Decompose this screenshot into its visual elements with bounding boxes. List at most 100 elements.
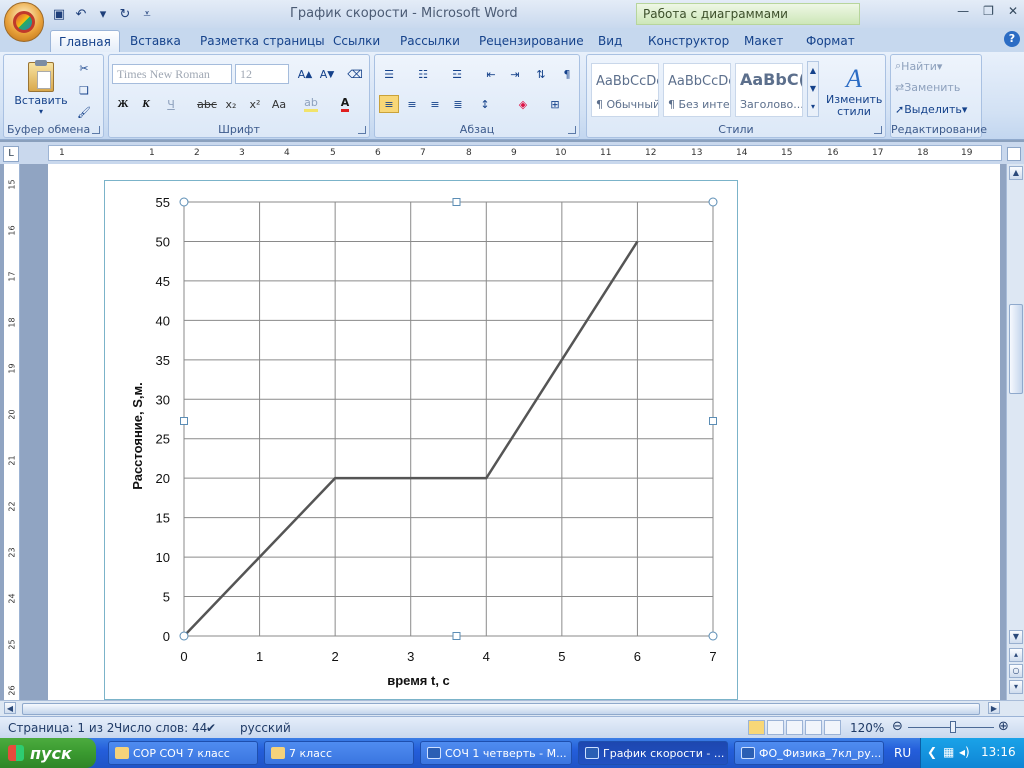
- increase-indent-icon[interactable]: ⇥: [505, 65, 525, 83]
- format-painter-icon[interactable]: 🖌: [74, 103, 94, 121]
- document-page[interactable]: 0 5 10 15 20 25 30 35 40 45 50 55 0 1 2 3 4 5 6 7 время t, с…: [48, 164, 1000, 700]
- scroll-down-icon[interactable]: ▼: [1009, 630, 1023, 644]
- horizontal-scroll-thumb[interactable]: [22, 703, 980, 715]
- superscript-icon[interactable]: x²: [245, 95, 265, 113]
- word-count[interactable]: Число слов: 44: [114, 721, 207, 735]
- page-count[interactable]: Страница: 1 из 2: [8, 721, 114, 735]
- draft-icon[interactable]: [824, 720, 841, 735]
- task-folder-sor[interactable]: СОР СОЧ 7 класс: [108, 741, 258, 765]
- task-word-soch[interactable]: СОЧ 1 четверть - М...: [420, 741, 572, 765]
- font-color-icon[interactable]: A: [335, 95, 355, 113]
- replace-button[interactable]: ⇄ Заменить: [895, 81, 960, 94]
- vertical-scroll-thumb[interactable]: [1009, 304, 1023, 394]
- subscript-icon[interactable]: x₂: [221, 95, 241, 113]
- copy-icon[interactable]: ❏: [74, 81, 94, 99]
- find-button[interactable]: ⌕ Найти ▾: [895, 59, 942, 73]
- line-spacing-icon[interactable]: ↕: [475, 95, 495, 113]
- distance-time-chart[interactable]: 05101520253035404550550 1 2 3 4 5 6 7время t, с…: [105, 181, 739, 701]
- bold-button[interactable]: Ж: [113, 95, 133, 113]
- zoom-out-icon[interactable]: ⊖: [892, 719, 903, 734]
- next-page-icon[interactable]: ▾: [1009, 680, 1023, 694]
- show-marks-icon[interactable]: ¶: [557, 65, 577, 83]
- save-icon[interactable]: ▣: [50, 5, 68, 23]
- align-left-icon[interactable]: ≡: [379, 95, 399, 113]
- close-icon[interactable]: ✕: [1008, 4, 1018, 18]
- cut-icon[interactable]: ✂: [74, 59, 94, 77]
- tab-design[interactable]: Конструктор: [640, 32, 737, 50]
- tab-page-layout[interactable]: Разметка страницы: [192, 32, 333, 50]
- tab-layout[interactable]: Макет: [736, 32, 791, 50]
- numbering-icon[interactable]: ☷: [413, 65, 433, 83]
- select-button[interactable]: ➚ Выделить ▾: [895, 103, 967, 116]
- multilevel-list-icon[interactable]: ☲: [447, 65, 467, 83]
- styles-launcher-icon[interactable]: [874, 126, 882, 134]
- scroll-left-icon[interactable]: ◀: [4, 702, 16, 714]
- bullets-icon[interactable]: ☰: [379, 65, 399, 83]
- styles-scroll[interactable]: ▲ ▼ ▾: [807, 61, 819, 117]
- clear-format-icon[interactable]: ⌫: [345, 65, 365, 83]
- view-ruler-icon[interactable]: [1007, 147, 1021, 161]
- shading-icon[interactable]: ◈: [513, 95, 533, 113]
- decrease-indent-icon[interactable]: ⇤: [481, 65, 501, 83]
- change-case-icon[interactable]: Aa: [269, 95, 289, 113]
- task-word-chart[interactable]: График скорости - ...: [578, 741, 728, 765]
- horizontal-scrollbar[interactable]: ◀ ▶: [0, 700, 1024, 716]
- tab-format[interactable]: Формат: [798, 32, 863, 50]
- proofing-icon[interactable]: ✔: [206, 721, 216, 735]
- print-layout-icon[interactable]: [748, 720, 765, 735]
- font-launcher-icon[interactable]: [358, 126, 366, 134]
- strikethrough-icon[interactable]: abc: [197, 95, 217, 113]
- scroll-right-icon[interactable]: ▶: [988, 702, 1000, 714]
- style-normal[interactable]: AaBbCcDc ¶ Обычный: [591, 63, 659, 117]
- style-no-spacing[interactable]: AaBbCcDc ¶ Без инте...: [663, 63, 731, 117]
- task-word-fo[interactable]: ФО_Физика_7кл_ру...: [734, 741, 884, 765]
- minimize-icon[interactable]: —: [957, 4, 969, 18]
- undo-dropdown-icon[interactable]: ▾: [94, 5, 112, 23]
- tab-mailings[interactable]: Рассылки: [392, 32, 468, 50]
- browse-object-icon[interactable]: ○: [1009, 664, 1023, 678]
- full-screen-reading-icon[interactable]: [767, 720, 784, 735]
- tab-selector-icon[interactable]: L: [3, 146, 19, 162]
- horizontal-ruler[interactable]: 1 1 2 3 4 5 6 7 8 9 10 11 12 13 14 15 16 17 18 19: [48, 145, 1002, 161]
- shrink-font-icon[interactable]: A ▼: [317, 65, 337, 83]
- previous-page-icon[interactable]: ▴: [1009, 648, 1023, 662]
- paste-button[interactable]: Вставить ▾: [10, 59, 72, 119]
- language-status[interactable]: русский: [240, 721, 291, 735]
- paragraph-launcher-icon[interactable]: [568, 126, 576, 134]
- borders-icon[interactable]: ⊞: [545, 95, 565, 113]
- help-icon[interactable]: ?: [1004, 31, 1020, 47]
- tray-network-icon[interactable]: ▦: [943, 745, 954, 759]
- undo-icon[interactable]: ↶: [72, 5, 90, 23]
- tab-view[interactable]: Вид: [590, 32, 630, 50]
- language-indicator[interactable]: RU: [894, 746, 911, 760]
- change-styles-button[interactable]: A Изменить стили: [823, 59, 885, 123]
- customize-qat-icon[interactable]: ⩡: [138, 5, 156, 23]
- vertical-ruler[interactable]: 15 16 17 18 19 20 21 22 23 24 25 26: [4, 164, 20, 700]
- zoom-level[interactable]: 120%: [850, 721, 884, 735]
- align-center-icon[interactable]: ≡: [402, 95, 422, 113]
- highlight-icon[interactable]: ab: [301, 95, 321, 113]
- align-right-icon[interactable]: ≡: [425, 95, 445, 113]
- restore-icon[interactable]: ❐: [983, 4, 994, 18]
- clipboard-launcher-icon[interactable]: [92, 126, 100, 134]
- italic-button[interactable]: К: [136, 95, 156, 113]
- tab-insert[interactable]: Вставка: [122, 32, 189, 50]
- vertical-scrollbar[interactable]: ▲ ▼ ▴ ○ ▾: [1006, 164, 1024, 700]
- tab-review[interactable]: Рецензирование: [471, 32, 592, 50]
- tab-home[interactable]: Главная: [50, 30, 120, 52]
- justify-icon[interactable]: ≣: [448, 95, 468, 113]
- start-button[interactable]: пуск: [0, 738, 96, 768]
- sort-icon[interactable]: ⇅: [531, 65, 551, 83]
- zoom-thumb[interactable]: [950, 721, 956, 733]
- chart-frame[interactable]: 0 5 10 15 20 25 30 35 40 45 50 55 0 1 2 3 4 5 6 7 время t, с…: [104, 180, 738, 700]
- zoom-slider[interactable]: ⊖ ⊕: [892, 719, 1012, 734]
- office-button[interactable]: [4, 2, 44, 42]
- font-size-input[interactable]: 12: [235, 64, 289, 84]
- outline-icon[interactable]: [805, 720, 822, 735]
- scroll-up-icon[interactable]: ▲: [1009, 166, 1023, 180]
- tray-volume-icon[interactable]: ◂): [959, 745, 970, 759]
- tray-arrow-icon[interactable]: ❮: [927, 745, 937, 759]
- style-heading[interactable]: AaBbC( Заголово...: [735, 63, 803, 117]
- font-name-input[interactable]: Times New Roman: [112, 64, 232, 84]
- task-folder-7-class[interactable]: 7 класс: [264, 741, 414, 765]
